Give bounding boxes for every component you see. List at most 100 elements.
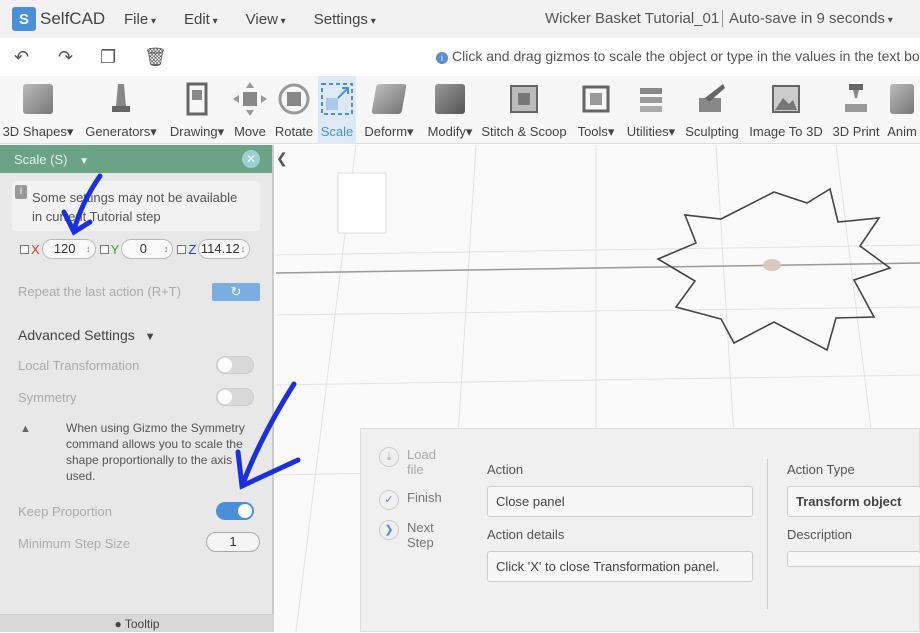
logo-icon: S: [12, 7, 36, 31]
action-details-label: Action details: [487, 527, 565, 542]
hint-text: i Click and drag gizmos to scale the obje…: [436, 48, 920, 64]
symmetry-label: Symmetry: [18, 390, 77, 405]
z-axis-label: Z: [188, 241, 197, 257]
animation-icon: [885, 82, 919, 116]
y-scale-input[interactable]: 0: [121, 239, 174, 259]
modify-icon: [433, 82, 467, 116]
tool-utilities[interactable]: Utilities▾: [622, 76, 680, 144]
tool-image-to-3d[interactable]: Image To 3D: [744, 76, 828, 144]
menu-settings[interactable]: Settings: [314, 11, 376, 28]
panel-header: Scale (S) ▼ ✕: [0, 145, 272, 173]
tool-3d-print[interactable]: 3D Print: [830, 76, 882, 144]
divider: [767, 459, 768, 609]
x-axis-label: X: [31, 241, 40, 257]
z-lock-checkbox[interactable]: [177, 244, 187, 254]
generator-icon: [104, 82, 138, 116]
advanced-settings-toggle[interactable]: Advanced Settings ▼: [18, 327, 156, 343]
move-icon: [233, 82, 267, 116]
image-to-3d-icon: [769, 82, 803, 116]
step-label: Finish: [407, 490, 442, 505]
selfcad-logo[interactable]: S SelfCAD: [12, 7, 110, 31]
notice-box: i Some settings may not be available in …: [12, 181, 260, 231]
menu-file[interactable]: File: [124, 11, 156, 28]
deform-icon: [371, 82, 407, 116]
info-icon: i: [436, 52, 448, 64]
keep-proportion-toggle[interactable]: [216, 502, 254, 520]
action-details-field: Click 'X' to close Transformation panel.: [487, 551, 753, 582]
redo-icon[interactable]: ↷: [58, 47, 73, 68]
y-lock-checkbox[interactable]: [99, 244, 109, 254]
step-next[interactable]: ❯ Next Step: [379, 520, 459, 550]
tool-generators[interactable]: Generators▾: [80, 76, 162, 144]
close-panel-button[interactable]: ✕: [242, 150, 260, 168]
info-icon: i: [15, 185, 27, 199]
download-icon: ⤓: [379, 447, 399, 467]
description-label: Description: [787, 527, 853, 542]
printer-icon: [839, 82, 873, 116]
minimum-step-label: Minimum Step Size: [18, 536, 130, 551]
y-axis-label: Y: [110, 241, 120, 257]
tooltip-label: Tooltip: [124, 617, 160, 631]
tooltip-bar[interactable]: ● Tooltip: [0, 614, 274, 632]
tool-animation[interactable]: Anim: [884, 76, 920, 144]
local-transformation-label: Local Transformation: [18, 358, 140, 373]
menu-bar: S SelfCAD File Edit View Settings Wicker…: [0, 0, 920, 38]
xyz-inputs: X 120 Y 0 Z 114.12: [20, 239, 254, 259]
tool-stitch-scoop[interactable]: Stitch & Scoop: [480, 76, 568, 144]
step-label: Load file: [407, 447, 436, 477]
step-label: Next Step: [407, 520, 434, 550]
tool-3d-shapes[interactable]: 3D Shapes▾: [0, 76, 76, 144]
quick-action-bar: ↶ ↷ ❐ 🗑 i Click and drag gizmos to scale …: [0, 38, 920, 76]
tool-modify[interactable]: Modify▾: [422, 76, 478, 144]
menu-edit[interactable]: Edit: [184, 11, 218, 28]
annotation-arrow-icon: [235, 381, 301, 490]
collapse-panel-icon[interactable]: ❮: [276, 150, 288, 167]
x-lock-checkbox[interactable]: [20, 244, 29, 254]
undo-icon[interactable]: ↶: [14, 47, 29, 68]
step-finish[interactable]: ✓ Finish: [379, 490, 442, 510]
autosave-dropdown[interactable]: Auto-save in 9 seconds: [722, 10, 893, 27]
sculpting-icon: [695, 82, 729, 116]
repeat-action-button[interactable]: ↻: [212, 283, 260, 301]
x-scale-input[interactable]: 120: [41, 239, 96, 259]
tool-tools[interactable]: Tools▾: [572, 76, 620, 144]
symmetry-note: When using Gizmo the Symmetry command al…: [66, 421, 245, 483]
keep-proportion-label: Keep Proportion: [18, 504, 112, 519]
chevron-right-icon: ❯: [379, 520, 399, 540]
rotate-icon: [277, 82, 311, 116]
tooltip-icon: ●: [114, 617, 125, 631]
local-transformation-toggle[interactable]: [216, 356, 254, 374]
drawing-icon: [180, 82, 214, 116]
trash-icon[interactable]: 🗑: [144, 47, 167, 68]
scale-icon: [320, 82, 354, 116]
repeat-action-label: Repeat the last action (R+T): [18, 284, 181, 299]
menu-view[interactable]: View: [246, 11, 286, 28]
action-type-field: Transform object: [787, 486, 920, 517]
minimum-step-input[interactable]: 1: [206, 532, 260, 552]
view-cube: [337, 172, 387, 234]
tool-rotate[interactable]: Rotate: [272, 76, 316, 144]
stitch-icon: [507, 82, 541, 116]
annotation-arrow-icon: [61, 173, 103, 236]
action-label: Action: [487, 462, 524, 477]
tool-scale[interactable]: Scale: [318, 76, 356, 144]
panel-title: Scale (S): [14, 152, 68, 167]
tool-sculpting[interactable]: Sculpting: [682, 76, 742, 144]
chevron-down-icon[interactable]: ▼: [79, 156, 89, 167]
logo-text: SelfCAD: [40, 9, 106, 28]
tool-move[interactable]: Move: [230, 76, 270, 144]
tutorial-panel: ⤓ Load file ✓ Finish ❯ Next Step Action Clo…: [360, 428, 920, 632]
symmetry-icon: ▲: [20, 423, 31, 435]
z-scale-input[interactable]: 114.12: [198, 239, 251, 259]
copy-icon[interactable]: ❐: [100, 47, 116, 68]
hint-message: Click and drag gizmos to scale the objec…: [452, 48, 920, 64]
description-field: [787, 551, 920, 567]
step-load-file[interactable]: ⤓ Load file: [379, 447, 449, 477]
tool-deform[interactable]: Deform▾: [358, 76, 420, 144]
tools-icon: [579, 82, 613, 116]
cube-icon: [21, 82, 55, 116]
document-title[interactable]: Wicker Basket Tutorial_01: [545, 10, 719, 27]
main-toolbar: 3D Shapes▾ Generators▾ Drawing▾ Move Rot…: [0, 76, 920, 144]
tool-drawing[interactable]: Drawing▾: [166, 76, 228, 144]
action-type-label: Action Type: [787, 462, 855, 477]
